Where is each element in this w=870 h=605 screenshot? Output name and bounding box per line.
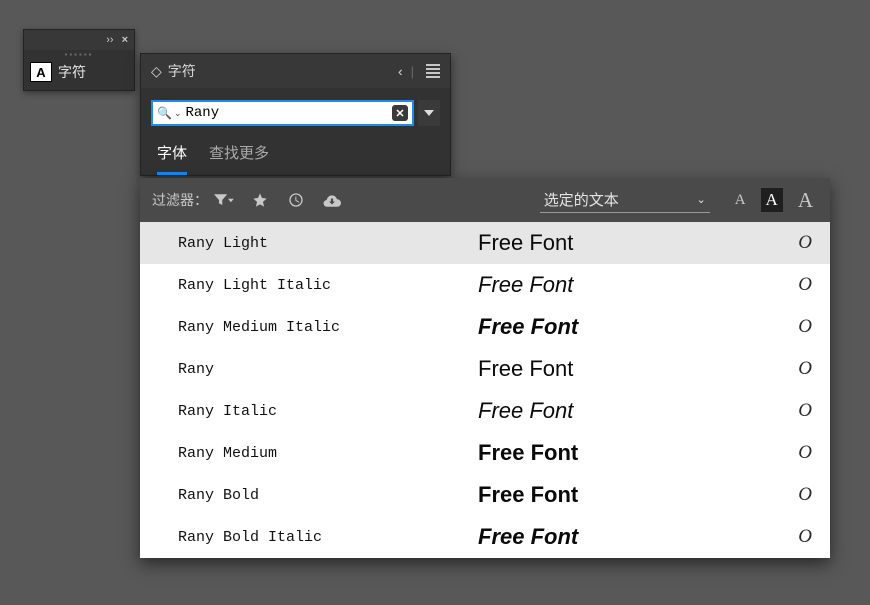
font-format-badge: O	[798, 274, 812, 296]
dock-header: ›› ×	[24, 30, 134, 50]
font-format-badge: O	[798, 316, 812, 338]
font-name: Rany	[178, 361, 478, 378]
font-search-input[interactable]	[186, 105, 393, 121]
character-panel: ◇ 字符 ‹‹ | 🔍 ⌄ ✕ 字体 查找更多	[140, 53, 451, 176]
filter-label: 过滤器：	[152, 190, 208, 210]
font-preview: Free Font	[478, 356, 798, 382]
font-preview: Free Font	[478, 482, 798, 508]
panel-collapse-icon[interactable]: ‹‹	[398, 64, 399, 79]
tab-find-more[interactable]: 查找更多	[209, 142, 269, 175]
font-preview: Free Font	[478, 230, 798, 256]
dock-grip[interactable]: ▪▪▪▪▪▪	[24, 50, 134, 58]
font-preview: Free Font	[478, 272, 798, 298]
preview-small-button[interactable]: A	[730, 190, 751, 211]
font-list-flyout: 过滤器： 选定的文本 ⌄ A A A Rany LightFree FontOR…	[140, 178, 830, 558]
font-preview: Free Font	[478, 524, 798, 550]
panel-title: 字符	[168, 61, 196, 81]
preview-medium-button[interactable]: A	[761, 188, 783, 212]
font-list: Rany LightFree FontORany Light ItalicFre…	[140, 222, 830, 558]
dock-close-icon[interactable]: ×	[122, 35, 128, 46]
panel-title-glyph-icon: ◇	[151, 63, 162, 80]
font-format-badge: O	[798, 484, 812, 506]
font-preview: Free Font	[478, 314, 798, 340]
favorites-star-icon[interactable]	[250, 190, 270, 210]
font-name: Rany Bold	[178, 487, 478, 504]
dock-item-character[interactable]: A 字符	[24, 58, 134, 90]
clear-search-icon[interactable]: ✕	[392, 105, 408, 121]
sync-cloud-icon[interactable]	[322, 190, 342, 210]
preview-size-value: 选定的文本	[544, 189, 619, 210]
panel-titlebar[interactable]: ◇ 字符 ‹‹ |	[141, 54, 450, 88]
dock-collapse-icon[interactable]: ››	[106, 35, 113, 46]
font-row[interactable]: Rany ItalicFree FontO	[140, 390, 830, 432]
filter-bar: 过滤器： 选定的文本 ⌄ A A A	[140, 178, 830, 222]
font-row[interactable]: Rany MediumFree FontO	[140, 432, 830, 474]
font-dropdown-button[interactable]	[418, 100, 440, 126]
font-search-row: 🔍 ⌄ ✕	[141, 88, 450, 136]
font-name: Rany Light Italic	[178, 277, 478, 294]
font-format-badge: O	[798, 526, 812, 548]
font-name: Rany Light	[178, 235, 478, 252]
font-row[interactable]: Rany Medium ItalicFree FontO	[140, 306, 830, 348]
tab-fonts[interactable]: 字体	[157, 142, 187, 175]
font-row[interactable]: RanyFree FontO	[140, 348, 830, 390]
font-row[interactable]: Rany BoldFree FontO	[140, 474, 830, 516]
docked-panel: ›› × ▪▪▪▪▪▪ A 字符	[23, 29, 135, 91]
font-name: Rany Bold Italic	[178, 529, 478, 546]
search-scope-chevron-icon[interactable]: ⌄	[174, 108, 182, 119]
font-format-badge: O	[798, 232, 812, 254]
font-preview: Free Font	[478, 398, 798, 424]
font-format-badge: O	[798, 400, 812, 422]
dock-item-label: 字符	[58, 62, 86, 82]
font-format-badge: O	[798, 442, 812, 464]
preview-size-buttons: A A A	[730, 186, 818, 215]
recent-clock-icon[interactable]	[286, 190, 306, 210]
panel-menu-icon[interactable]	[426, 62, 440, 80]
preview-large-button[interactable]: A	[793, 186, 818, 215]
font-row[interactable]: Rany Light ItalicFree FontO	[140, 264, 830, 306]
filter-funnel-icon[interactable]	[214, 190, 234, 210]
font-row[interactable]: Rany Bold ItalicFree FontO	[140, 516, 830, 558]
font-name: Rany Medium	[178, 445, 478, 462]
font-search-box[interactable]: 🔍 ⌄ ✕	[151, 100, 414, 126]
chevron-down-icon: ⌄	[696, 193, 705, 206]
font-name: Rany Italic	[178, 403, 478, 420]
preview-size-select[interactable]: 选定的文本 ⌄	[540, 187, 710, 213]
font-format-badge: O	[798, 358, 812, 380]
font-preview: Free Font	[478, 440, 798, 466]
character-panel-icon: A	[30, 62, 52, 82]
font-tabs: 字体 查找更多	[141, 136, 450, 175]
font-row[interactable]: Rany LightFree FontO	[140, 222, 830, 264]
search-icon: 🔍	[157, 106, 172, 120]
font-name: Rany Medium Italic	[178, 319, 478, 336]
